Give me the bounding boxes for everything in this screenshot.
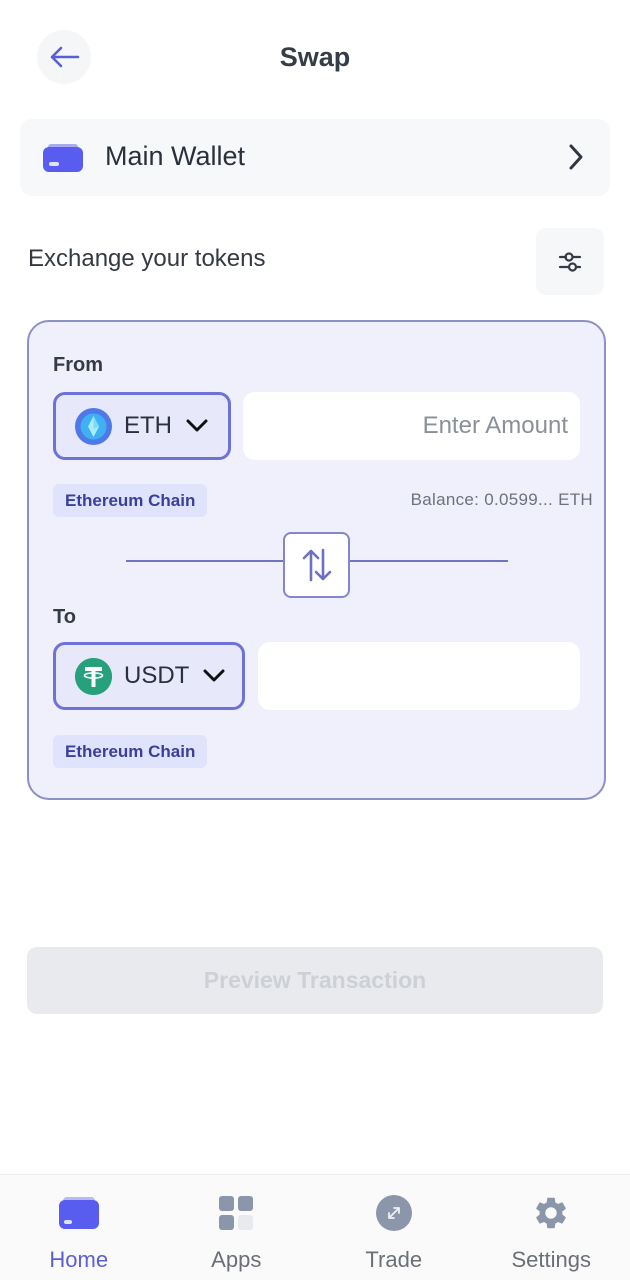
- nav-label: Home: [49, 1247, 109, 1272]
- page-title: Swap: [279, 42, 351, 72]
- wallet-name: Main Wallet: [105, 141, 246, 171]
- chevron-right-icon: [569, 144, 583, 170]
- swap-direction-button[interactable]: [283, 532, 350, 598]
- to-label: To: [53, 606, 76, 628]
- nav-item-apps[interactable]: Apps: [158, 1175, 316, 1280]
- wallet-icon: [57, 1193, 101, 1233]
- from-balance: Balance: 0.0599... ETH: [410, 490, 593, 509]
- gear-icon: [529, 1193, 573, 1233]
- from-token-symbol: ETH: [124, 412, 172, 439]
- grid-icon: [214, 1193, 258, 1233]
- bottom-nav: Home Apps Trade Settings: [0, 1174, 630, 1280]
- to-token-select[interactable]: USDT: [53, 642, 245, 710]
- from-chain-badge: Ethereum Chain: [53, 484, 208, 517]
- from-label: From: [53, 354, 103, 376]
- nav-item-home[interactable]: Home: [0, 1175, 158, 1280]
- chevron-down-icon: [203, 669, 225, 682]
- ethereum-icon: [75, 407, 112, 445]
- wallet-icon: [43, 144, 83, 172]
- divider-left: [126, 560, 284, 562]
- divider-right: [349, 560, 508, 562]
- nav-label: Settings: [511, 1247, 592, 1272]
- nav-label: Trade: [365, 1247, 423, 1272]
- from-token-select[interactable]: ETH: [53, 392, 231, 460]
- chevron-down-icon: [186, 419, 208, 432]
- to-token-symbol: USDT: [124, 662, 190, 689]
- section-title: Exchange your tokens: [28, 245, 266, 272]
- tether-icon: [75, 657, 112, 695]
- to-amount-input[interactable]: [258, 642, 580, 710]
- from-amount-input[interactable]: [243, 392, 580, 460]
- nav-item-trade[interactable]: Trade: [315, 1175, 473, 1280]
- header: Swap: [0, 0, 630, 118]
- to-chain-badge: Ethereum Chain: [53, 735, 208, 768]
- sliders-icon: [558, 251, 582, 272]
- nav-label: Apps: [211, 1247, 262, 1272]
- trade-icon: [372, 1193, 416, 1233]
- nav-item-settings[interactable]: Settings: [473, 1175, 630, 1280]
- swap-settings-button[interactable]: [536, 228, 604, 295]
- preview-transaction-button[interactable]: Preview Transaction: [27, 947, 603, 1014]
- swap-vertical-icon: [302, 548, 331, 582]
